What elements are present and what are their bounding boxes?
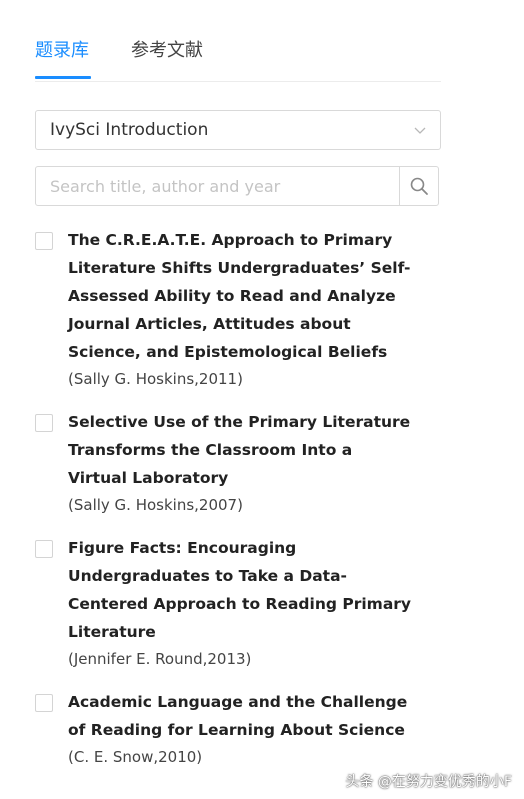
reference-title[interactable]: The C.R.E.A.T.E. Approach to Primary Lit… bbox=[68, 226, 413, 366]
reference-title[interactable]: Figure Facts: Encouraging Undergraduates… bbox=[68, 534, 413, 646]
reference-author-year: (Sally G. Hoskins,2007) bbox=[68, 496, 243, 514]
active-tab-indicator bbox=[35, 76, 91, 79]
search-button[interactable] bbox=[399, 167, 438, 205]
tab-library[interactable]: 题录库 bbox=[35, 38, 89, 64]
reference-title[interactable]: Selective Use of the Primary Literature … bbox=[68, 408, 413, 492]
checkbox[interactable] bbox=[35, 414, 53, 432]
collection-select-value: IvySci Introduction bbox=[50, 120, 209, 140]
list-item: Selective Use of the Primary Literature … bbox=[35, 408, 475, 518]
reference-author-year: (Sally G. Hoskins,2011) bbox=[68, 370, 243, 388]
reference-title[interactable]: Academic Language and the Challenge of R… bbox=[68, 688, 413, 744]
reference-author-year: (Jennifer E. Round,2013) bbox=[68, 650, 252, 668]
reference-author-year: (C. E. Snow,2010) bbox=[68, 748, 203, 766]
checkbox[interactable] bbox=[35, 232, 53, 250]
list-item: The C.R.E.A.T.E. Approach to Primary Lit… bbox=[35, 226, 475, 392]
watermark: 头条 @在努力变优秀的小F bbox=[345, 774, 512, 790]
search-box bbox=[35, 166, 439, 206]
collection-select[interactable]: IvySci Introduction bbox=[35, 110, 441, 150]
search-icon bbox=[410, 177, 428, 195]
search-input[interactable] bbox=[36, 167, 398, 205]
tab-bar: 题录库 参考文献 bbox=[35, 0, 441, 82]
list-item: Figure Facts: Encouraging Undergraduates… bbox=[35, 534, 475, 672]
tab-references[interactable]: 参考文献 bbox=[131, 38, 203, 64]
chevron-down-icon bbox=[414, 127, 426, 134]
checkbox[interactable] bbox=[35, 694, 53, 712]
checkbox[interactable] bbox=[35, 540, 53, 558]
list-item: Academic Language and the Challenge of R… bbox=[35, 688, 475, 770]
reference-list: The C.R.E.A.T.E. Approach to Primary Lit… bbox=[35, 226, 475, 786]
